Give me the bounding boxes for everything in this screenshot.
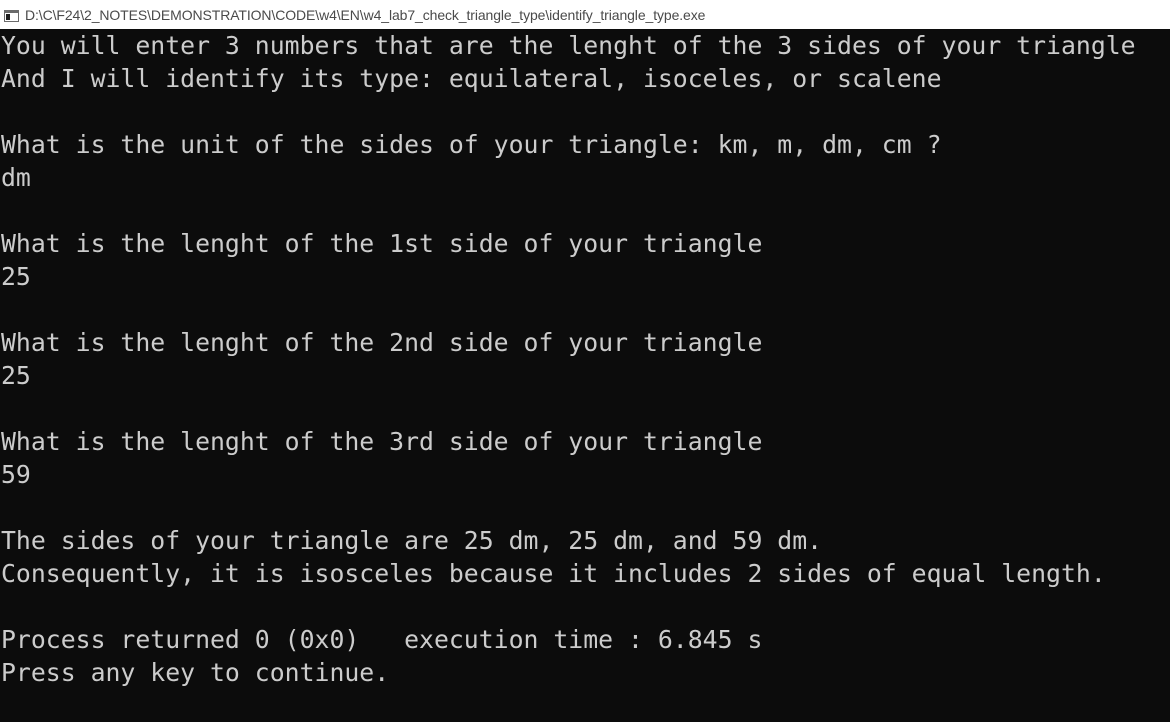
title-bar[interactable]: D:\C\F24\2_NOTES\DEMONSTRATION\CODE\w4\E… <box>0 0 1170 29</box>
console-line: What is the lenght of the 1st side of yo… <box>1 229 763 258</box>
console-line: dm <box>1 163 31 192</box>
console-app-icon <box>4 9 19 22</box>
console-line: You will enter 3 numbers that are the le… <box>1 31 1136 60</box>
console-line: Consequently, it is isosceles because it… <box>1 559 1106 588</box>
console-line: Process returned 0 (0x0) execution time … <box>1 625 763 654</box>
console-line: Press any key to continue. <box>1 658 390 687</box>
console-window: D:\C\F24\2_NOTES\DEMONSTRATION\CODE\w4\E… <box>0 0 1170 722</box>
console-line: What is the unit of the sides of your tr… <box>1 130 942 159</box>
console-line: 25 <box>1 361 31 390</box>
console-line: And I will identify its type: equilatera… <box>1 64 942 93</box>
console-line: 25 <box>1 262 31 291</box>
console-line: The sides of your triangle are 25 dm, 25… <box>1 526 823 555</box>
console-line: What is the lenght of the 2nd side of yo… <box>1 328 763 357</box>
console-line: 59 <box>1 460 31 489</box>
console-output[interactable]: You will enter 3 numbers that are the le… <box>0 29 1170 722</box>
window-title: D:\C\F24\2_NOTES\DEMONSTRATION\CODE\w4\E… <box>25 6 706 23</box>
console-line: What is the lenght of the 3rd side of yo… <box>1 427 763 456</box>
